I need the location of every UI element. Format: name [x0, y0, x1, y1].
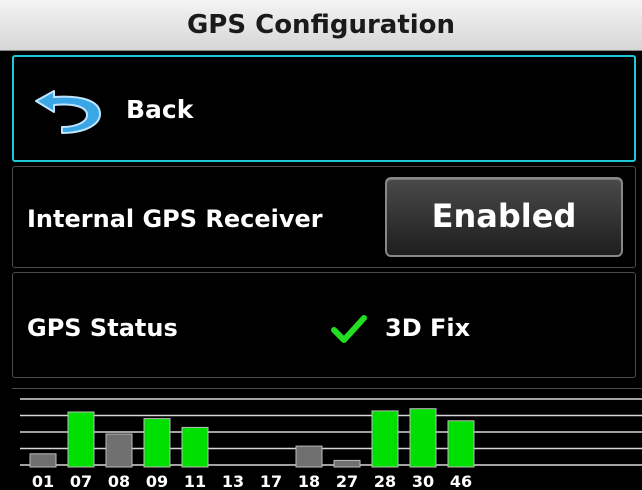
signal-bar-01: [29, 453, 57, 468]
satellite-signal-chart: 01 07 08 09 11 13 17 18 27 28 30 46: [12, 388, 642, 490]
internal-gps-label: Internal GPS Receiver: [27, 205, 323, 233]
sat-label-30: 30: [412, 472, 434, 490]
signal-bar-09: [143, 418, 171, 468]
sat-label-17: 17: [260, 472, 282, 490]
signal-bar-18: [295, 445, 323, 468]
signal-bar-07: [67, 411, 95, 468]
gps-status-value: 3D Fix: [385, 314, 471, 342]
gps-status-row: GPS Status 3D Fix: [12, 272, 636, 378]
signal-bar-46: [447, 420, 475, 468]
back-label: Back: [126, 95, 194, 124]
page-title: GPS Configuration: [186, 10, 456, 40]
signal-bar-30: [409, 408, 437, 468]
sat-label-27: 27: [336, 472, 358, 490]
gps-status-label: GPS Status: [27, 314, 178, 342]
back-arrow-icon: [35, 90, 101, 134]
back-button[interactable]: Back: [12, 55, 636, 162]
signal-bar-11: [181, 426, 209, 468]
signal-bar-08: [105, 433, 133, 468]
signal-bar-28: [371, 410, 399, 468]
satellite-signal-svg: 01 07 08 09 11 13 17 18 27 28 30 46: [20, 398, 642, 490]
enabled-toggle-button[interactable]: Enabled: [385, 177, 623, 257]
internal-gps-row: Internal GPS Receiver Enabled: [12, 166, 636, 268]
sat-label-08: 08: [108, 472, 130, 490]
sat-label-28: 28: [374, 472, 396, 490]
sat-label-09: 09: [146, 472, 168, 490]
sat-label-18: 18: [298, 472, 320, 490]
sat-label-46: 46: [450, 472, 472, 490]
sat-label-13: 13: [222, 472, 244, 490]
checkmark-icon: [331, 315, 367, 343]
sat-label-01: 01: [32, 472, 54, 490]
sat-label-11: 11: [184, 472, 206, 490]
title-bar: GPS Configuration: [0, 0, 642, 51]
signal-bar-27: [333, 459, 361, 468]
sat-label-07: 07: [70, 472, 92, 490]
